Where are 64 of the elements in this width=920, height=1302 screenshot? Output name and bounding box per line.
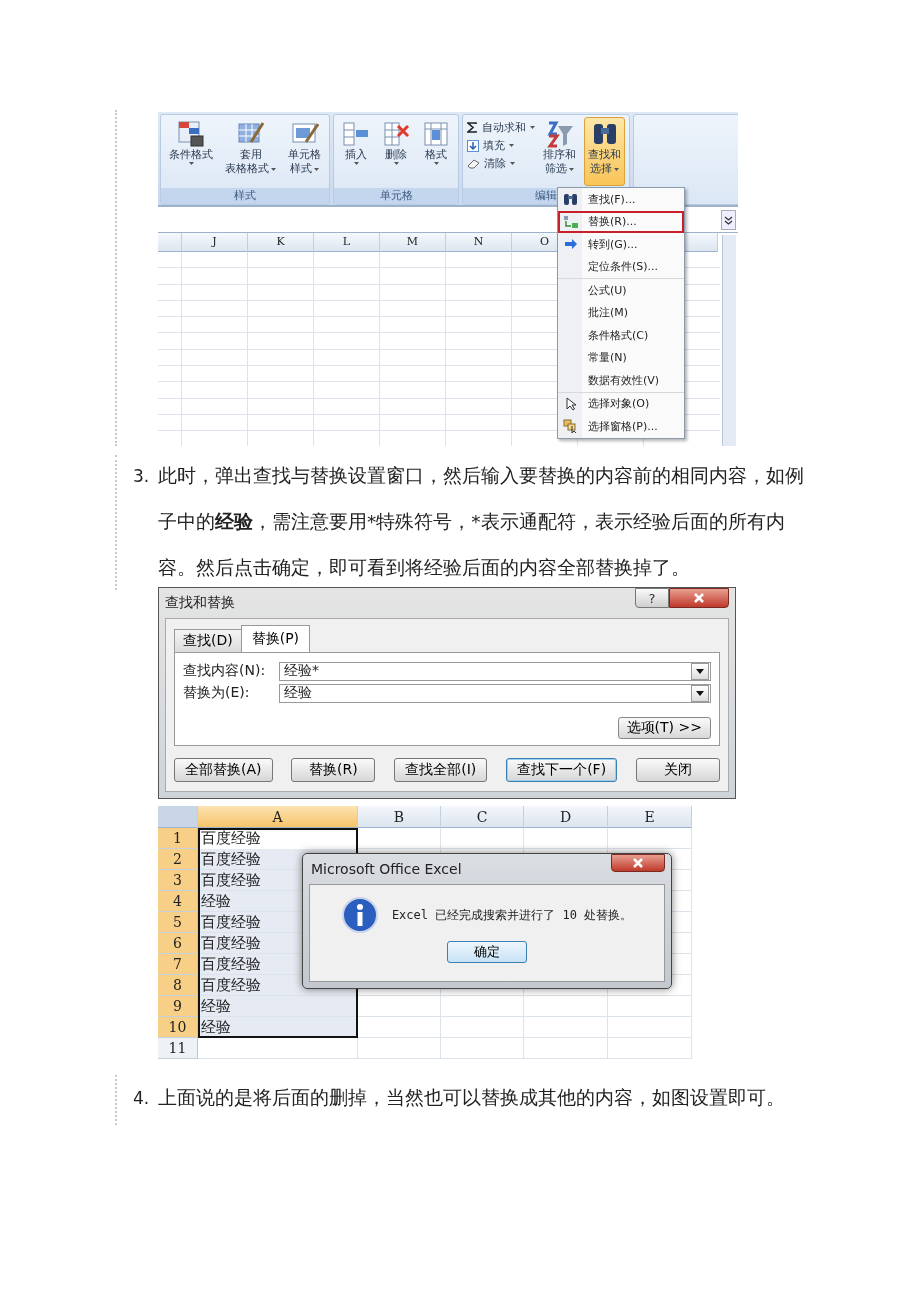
ribbon-small-button[interactable]: 清除 (467, 156, 535, 171)
dialog-button[interactable]: 替换(R) (291, 758, 376, 782)
ribbon-button[interactable]: 排序和 筛选 (539, 117, 580, 186)
row-header[interactable]: 1 (158, 828, 198, 849)
ribbon-button[interactable]: 插入 (338, 117, 374, 186)
column-header[interactable]: J (182, 233, 248, 252)
step-text: 上面说的是将后面的删掉，当然也可以替换成其他的内容，如图设置即可。 (158, 1086, 786, 1110)
field-label: 查找内容(N): (183, 662, 267, 680)
window-title: 查找和替换 (165, 594, 235, 612)
dialog-button[interactable]: 全部替换(A) (174, 758, 273, 782)
help-button[interactable]: ? (635, 588, 669, 608)
ribbon-button[interactable]: 单元格 样式 (284, 117, 325, 186)
ribbon-button[interactable]: 条件格式 (165, 117, 217, 186)
tab[interactable]: 查找(D) (174, 629, 242, 653)
menu-item[interactable]: 公式(U) (558, 279, 684, 302)
group-label: 样式 (161, 188, 329, 204)
column-header[interactable]: A (198, 806, 358, 828)
row-header[interactable]: 11 (158, 1038, 198, 1059)
menu-item[interactable]: 替换(R)... (558, 210, 684, 233)
row-header[interactable]: 4 (158, 891, 198, 912)
field-label: 替换为(E): (183, 684, 251, 702)
message-text: Excel 已经完成搜索并进行了 10 处替换。 (391, 906, 633, 924)
step-number: 4. (133, 1087, 151, 1110)
row-header[interactable]: 7 (158, 954, 198, 975)
column-header[interactable]: L (314, 233, 380, 252)
column-header[interactable]: E (608, 806, 692, 828)
dialog-button[interactable]: 关闭 (636, 758, 720, 782)
column-header[interactable]: M (380, 233, 446, 252)
column-header[interactable]: N (446, 233, 512, 252)
table-cell: 经验 (198, 996, 358, 1017)
tab[interactable]: 替换(P) (240, 625, 311, 653)
row-header[interactable]: 2 (158, 849, 198, 870)
step-number: 3. (133, 465, 151, 488)
menu-item[interactable]: 批注(M) (558, 301, 684, 324)
ribbon-small-button[interactable]: 自动求和 (467, 120, 535, 135)
ribbon-button[interactable]: 删除 (378, 117, 414, 186)
input-field[interactable]: 经验* (279, 661, 711, 681)
ribbon-small-button[interactable]: 填充 (467, 138, 535, 153)
options-button[interactable]: 选项(T) >> (617, 717, 711, 739)
column-header[interactable]: C (441, 806, 524, 828)
column-header[interactable]: B (358, 806, 441, 828)
row-header[interactable]: 8 (158, 975, 198, 996)
row-header[interactable]: 9 (158, 996, 198, 1017)
menu-item[interactable]: 定位条件(S)... (558, 255, 684, 278)
group-label: 单元格 (334, 188, 458, 204)
row-header[interactable]: 5 (158, 912, 198, 933)
row-header[interactable]: 3 (158, 870, 198, 891)
ok-button[interactable]: 确定 (447, 941, 527, 963)
ribbon-button[interactable]: 套用 表格格式 (221, 117, 280, 186)
menu-item[interactable]: 选择窗格(P)... (558, 415, 684, 438)
menu-item[interactable]: 选择对象(O) (558, 392, 684, 415)
menu-item[interactable]: 条件格式(C) (558, 324, 684, 347)
row-header[interactable]: 6 (158, 933, 198, 954)
column-header[interactable]: K (248, 233, 314, 252)
dialog-button[interactable]: 查找全部(I) (394, 758, 488, 782)
ribbon-button[interactable]: 格式 (418, 117, 454, 186)
ribbon-button[interactable]: 查找和 选择 (584, 117, 625, 186)
dialog-button[interactable]: 查找下一个(F) (506, 758, 618, 782)
row-header[interactable]: 10 (158, 1017, 198, 1038)
input-field[interactable]: 经验 (279, 683, 711, 703)
menu-item[interactable]: 数据有效性(V) (558, 369, 684, 392)
column-header[interactable]: D (524, 806, 608, 828)
step-text: 此时，弹出查找与替换设置窗口，然后输入要替换的内容前的相同内容，如例子中的经验，需注意要用*特殊符号，*表示通配符，表示经验后面的所有内容。然后点击确定，即可看到将经验后面的内容全部替换掉了。 (158, 464, 805, 580)
menu-item[interactable]: 常量(N) (558, 346, 684, 369)
